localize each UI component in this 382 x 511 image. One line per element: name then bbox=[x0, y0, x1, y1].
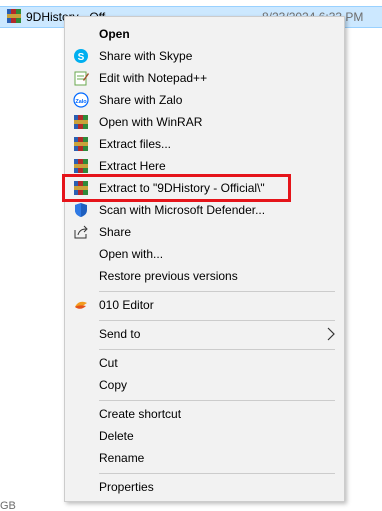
menu-item-delete[interactable]: Delete bbox=[65, 425, 344, 447]
winrar-icon bbox=[74, 159, 88, 173]
menu-label-send-to: Send to bbox=[99, 327, 141, 341]
menu-label-share: Share bbox=[99, 225, 132, 239]
menu-label-share-with-skype: Share with Skype bbox=[99, 49, 193, 63]
menu-item-scan-with-defender[interactable]: Scan with Microsoft Defender... bbox=[65, 199, 344, 221]
menu-item-restore-previous-versions[interactable]: Restore previous versions bbox=[65, 265, 344, 287]
menu-label-create-shortcut: Create shortcut bbox=[99, 407, 182, 421]
menu-label-properties: Properties bbox=[99, 480, 154, 494]
menu-item-properties[interactable]: Properties bbox=[65, 476, 344, 498]
menu-label-restore-previous-versions: Restore previous versions bbox=[99, 269, 238, 283]
menu-label-rename: Rename bbox=[99, 451, 145, 465]
menu-label-edit-with-notepadpp: Edit with Notepad++ bbox=[99, 71, 208, 85]
menu-label-open-with-winrar: Open with WinRAR bbox=[99, 115, 203, 129]
zalo-icon: Zalo bbox=[73, 92, 89, 108]
menu-item-share-with-skype[interactable]: S Share with Skype bbox=[65, 45, 344, 67]
menu-label-open: Open bbox=[99, 27, 130, 41]
menu-separator bbox=[99, 473, 335, 474]
share-icon bbox=[74, 225, 88, 239]
menu-label-extract-here: Extract Here bbox=[99, 159, 166, 173]
winrar-icon bbox=[74, 115, 88, 129]
menu-label-scan-with-defender: Scan with Microsoft Defender... bbox=[99, 203, 266, 217]
menu-item-open-with[interactable]: Open with... bbox=[65, 243, 344, 265]
file-size-partial: GB bbox=[0, 500, 16, 511]
menu-label-extract-files: Extract files... bbox=[99, 137, 172, 151]
menu-item-share[interactable]: Share bbox=[65, 221, 344, 243]
menu-item-open-with-winrar[interactable]: Open with WinRAR bbox=[65, 111, 344, 133]
skype-icon: S bbox=[74, 49, 88, 63]
010-editor-icon bbox=[75, 301, 87, 309]
menu-item-cut[interactable]: Cut bbox=[65, 352, 344, 374]
menu-label-cut: Cut bbox=[99, 356, 118, 370]
menu-label-010-editor: 010 Editor bbox=[99, 298, 154, 312]
svg-text:Zalo: Zalo bbox=[75, 99, 87, 105]
menu-item-send-to[interactable]: Send to bbox=[65, 323, 344, 345]
notepadpp-icon bbox=[74, 71, 89, 86]
chevron-right-icon bbox=[327, 327, 335, 341]
menu-separator bbox=[99, 349, 335, 350]
menu-label-open-with: Open with... bbox=[99, 247, 164, 261]
winrar-archive-icon bbox=[7, 9, 21, 23]
menu-item-edit-with-notepadpp[interactable]: Edit with Notepad++ bbox=[65, 67, 344, 89]
menu-item-open[interactable]: Open bbox=[65, 23, 344, 45]
menu-label-copy: Copy bbox=[99, 378, 128, 392]
menu-label-share-with-zalo: Share with Zalo bbox=[99, 93, 183, 107]
menu-item-copy[interactable]: Copy bbox=[65, 374, 344, 396]
menu-item-rename[interactable]: Rename bbox=[65, 447, 344, 469]
menu-item-share-with-zalo[interactable]: Zalo Share with Zalo bbox=[65, 89, 344, 111]
svg-text:S: S bbox=[78, 52, 85, 63]
menu-item-extract-files[interactable]: Extract files... bbox=[65, 133, 344, 155]
menu-separator bbox=[99, 400, 335, 401]
menu-item-create-shortcut[interactable]: Create shortcut bbox=[65, 403, 344, 425]
menu-item-010-editor[interactable]: 010 Editor bbox=[65, 294, 344, 316]
context-menu: Open S Share with Skype Edit with Notepa… bbox=[64, 16, 345, 502]
defender-icon bbox=[75, 203, 87, 217]
menu-label-delete: Delete bbox=[99, 429, 134, 443]
winrar-icon bbox=[74, 137, 88, 151]
menu-separator bbox=[99, 291, 335, 292]
menu-separator bbox=[99, 320, 335, 321]
annotation-highlight-box bbox=[62, 174, 291, 202]
